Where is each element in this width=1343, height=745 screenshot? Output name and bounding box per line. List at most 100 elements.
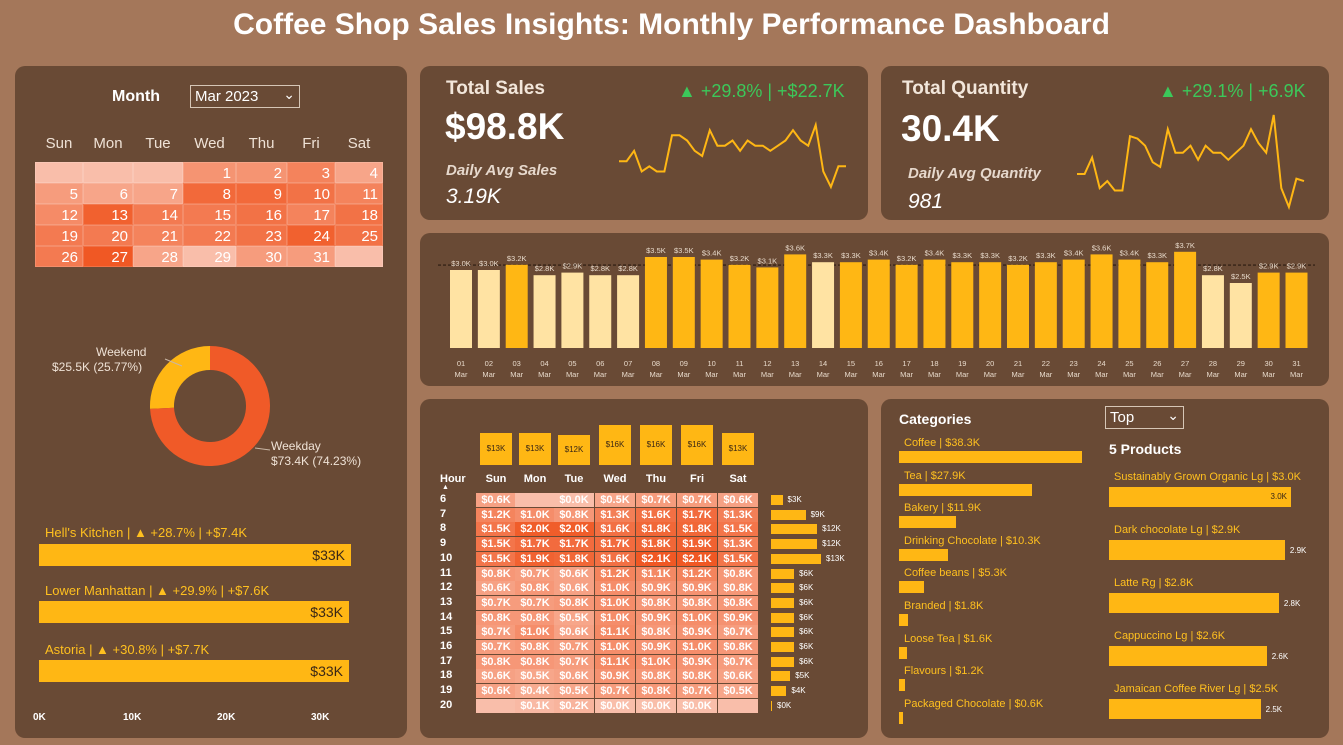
calendar-day-cell[interactable]: 19 [35,225,83,246]
heatmap-cell[interactable]: $1.7K [677,507,717,522]
heatmap-cell[interactable] [515,493,555,507]
daily-bar[interactable] [1007,264,1029,348]
heatmap-cell[interactable]: $0.7K [515,595,555,610]
daily-bar[interactable] [589,275,612,348]
heatmap-cell[interactable]: $0.8K [515,654,555,669]
calendar-day-cell[interactable]: 14 [133,204,183,225]
day-total-bar[interactable]: $13K [480,432,512,465]
heatmap-cell[interactable]: $1.3K [718,537,758,552]
product-bar[interactable] [1109,646,1267,666]
heatmap-cell[interactable]: $1.1K [636,566,676,581]
heatmap-cell[interactable]: $0.7K [677,684,717,699]
heatmap-cell[interactable]: $0.7K [476,625,516,640]
category-bar[interactable] [899,548,949,561]
store-bar-astoria[interactable]: $33K [39,660,349,682]
heatmap-cell[interactable]: $0.7K [718,654,758,669]
hour-total-bar[interactable] [771,612,795,623]
heatmap-cell[interactable]: $0.4K [515,684,555,699]
heatmap-cell[interactable]: $0.7K [595,684,635,699]
heatmap-cell[interactable]: $1.0K [677,610,717,625]
daily-bar[interactable] [1174,251,1197,348]
category-bar[interactable] [899,614,908,626]
daily-bar[interactable] [923,259,946,348]
heatmap-cell[interactable]: $1.8K [636,537,676,552]
heatmap-cell[interactable]: $1.9K [677,537,717,552]
product-bar[interactable] [1109,540,1285,560]
heatmap-cell[interactable]: $1.5K [718,551,758,566]
calendar-day-cell[interactable]: 16 [236,204,287,225]
heatmap-cell[interactable]: $0.0K [554,493,594,507]
heatmap-cell[interactable]: $0.7K [677,493,717,507]
calendar-day-cell[interactable]: 3 [287,162,335,183]
hour-total-bar[interactable] [771,686,787,697]
heatmap-cell[interactable]: $1.1K [595,625,635,640]
daily-bar[interactable] [672,257,695,348]
heatmap-cell[interactable]: $0.8K [554,595,594,610]
calendar-day-cell[interactable]: 10 [287,183,335,204]
daily-bar[interactable] [700,259,723,348]
hour-total-bar[interactable] [771,642,795,652]
daily-bar[interactable] [979,262,1002,348]
donut-weekend-slice[interactable] [150,346,210,409]
heatmap-cell[interactable]: $1.2K [677,566,717,581]
hour-total-bar[interactable] [771,597,795,608]
calendar-day-cell[interactable]: 24 [287,225,335,246]
sort-ascending-icon[interactable]: ▲ [442,484,449,491]
calendar-day-cell[interactable]: 13 [83,204,133,225]
heatmap-cell[interactable]: $0.6K [476,669,516,684]
heatmap-cell[interactable]: $1.5K [476,522,516,537]
hour-total-bar[interactable] [771,627,795,638]
heatmap-cell[interactable]: $0.0K [636,698,676,713]
daily-bar[interactable] [812,262,835,348]
heatmap-cell[interactable]: $0.5K [515,669,555,684]
heatmap-cell[interactable]: $0.6K [554,581,594,596]
category-bar[interactable] [899,679,905,692]
heatmap-cell[interactable]: $0.9K [677,625,717,640]
calendar-day-cell[interactable]: 8 [183,183,236,204]
daily-bar[interactable] [1118,259,1141,348]
day-total-bar[interactable]: $13K [519,432,551,465]
heatmap-cell[interactable]: $0.7K [476,640,516,654]
heatmap-cell[interactable] [718,698,758,713]
daily-bar[interactable] [1034,262,1057,348]
hour-total-bar[interactable] [771,671,791,682]
heatmap-cell[interactable]: $2.1K [636,551,676,566]
daily-bar[interactable] [1146,262,1169,348]
daily-bar[interactable] [1062,259,1085,348]
heatmap-cell[interactable]: $0.8K [636,669,676,684]
hour-total-bar[interactable] [771,568,795,579]
heatmap-cell[interactable]: $0.8K [677,595,717,610]
heatmap-cell[interactable]: $0.8K [636,684,676,699]
category-bar[interactable] [899,581,925,594]
heatmap-cell[interactable] [476,698,516,713]
calendar-day-cell[interactable]: 28 [133,246,183,267]
heatmap-cell[interactable]: $0.6K [718,493,758,507]
heatmap-cell[interactable]: $0.7K [554,640,594,654]
category-bar[interactable] [899,483,1033,496]
heatmap-cell[interactable]: $0.6K [476,581,516,596]
category-bar[interactable] [899,451,1082,463]
daily-bar[interactable] [450,270,472,348]
day-total-bar[interactable]: $12K [558,435,590,465]
day-total-bar[interactable]: $16K [599,425,631,465]
heatmap-cell[interactable]: $1.6K [595,522,635,537]
calendar-day-cell[interactable]: 26 [35,246,83,267]
category-bar[interactable] [899,516,956,529]
heatmap-cell[interactable]: $0.7K [554,654,594,669]
calendar-day-cell[interactable]: 6 [83,183,133,204]
hour-total-bar[interactable] [771,509,806,520]
calendar-day-cell[interactable]: 22 [183,225,236,246]
heatmap-cell[interactable]: $1.6K [636,507,676,522]
calendar-day-cell[interactable]: 12 [35,204,83,225]
heatmap-cell[interactable]: $1.1K [595,654,635,669]
heatmap-cell[interactable]: $0.2K [554,698,594,713]
heatmap-cell[interactable]: $0.7K [718,625,758,640]
hour-total-bar[interactable] [771,495,783,505]
heatmap-cell[interactable]: $0.7K [476,595,516,610]
calendar-day-cell[interactable]: 30 [236,246,287,267]
heatmap-cell[interactable]: $1.0K [595,610,635,625]
heatmap-cell[interactable]: $0.6K [554,566,594,581]
heatmap-cell[interactable]: $1.8K [677,522,717,537]
hour-total-bar[interactable] [771,553,821,564]
heatmap-cell[interactable]: $0.6K [554,669,594,684]
